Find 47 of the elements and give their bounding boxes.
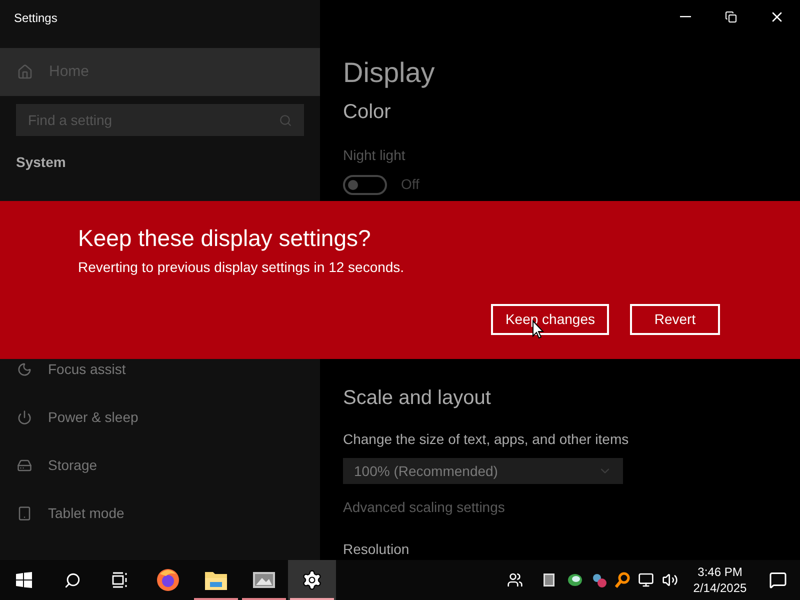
sidebar-item-icon	[17, 506, 32, 520]
browser-icon	[156, 568, 180, 592]
setting-label: Night light	[343, 146, 406, 165]
tray-app-icon[interactable]	[591, 572, 607, 588]
dialog-message: Reverting to previous display settings in 12 seconds.	[78, 258, 406, 277]
setting-label: Resolution	[343, 540, 410, 559]
task-view-icon	[112, 572, 128, 588]
tray-app-icon[interactable]	[567, 573, 583, 587]
scale-dropdown[interactable]: 100% (Recommended)	[343, 458, 623, 484]
network-icon[interactable]	[638, 572, 654, 588]
sidebar-item[interactable]: Storage	[0, 455, 320, 475]
clock[interactable]: 3:46 PM 2/14/2025	[684, 564, 756, 596]
sidebar-item[interactable]: Power & sleep	[0, 407, 320, 427]
sidebar-item-icon	[17, 458, 32, 472]
night-light-toggle[interactable]	[343, 174, 387, 194]
search-icon	[279, 114, 292, 127]
clock-time: 3:46 PM	[698, 564, 742, 580]
sidebar-item-icon	[17, 410, 32, 424]
sidebar-item-icon	[17, 362, 32, 376]
search-icon	[64, 572, 80, 588]
folder-icon	[204, 569, 228, 591]
volume-icon[interactable]	[662, 572, 678, 588]
dialog-button[interactable]: Keep changes	[491, 304, 609, 335]
toggle-state: Off	[401, 175, 420, 194]
sidebar-item[interactable]: Focus assist	[0, 359, 320, 379]
restore-icon	[725, 10, 737, 22]
section-heading: Color	[343, 100, 392, 125]
window-title: Settings	[13, 10, 58, 27]
page-title: Display	[343, 56, 436, 90]
image-viewer-icon	[252, 569, 276, 591]
notifications-icon	[769, 571, 787, 589]
section-heading: System	[15, 153, 67, 172]
tray-app-icon[interactable]	[543, 573, 555, 587]
magnifier-icon[interactable]	[615, 572, 630, 588]
home-icon	[17, 64, 33, 80]
taskbar-app-button[interactable]	[288, 560, 336, 600]
settings-gear-icon	[301, 569, 323, 591]
minimize-icon	[680, 16, 690, 18]
people-icon[interactable]	[507, 572, 523, 588]
sidebar-item[interactable]: Tablet mode	[0, 503, 320, 523]
dialog-title: Keep these display settings?	[78, 224, 372, 253]
advanced-scaling-link[interactable]: Advanced scaling settings	[343, 497, 800, 518]
section-heading: Scale and layout	[343, 386, 492, 411]
setting-label: Change the size of text, apps, and other items	[343, 430, 630, 449]
clock-date: 2/14/2025	[693, 580, 747, 596]
windows-logo-icon	[16, 572, 32, 588]
dialog-button[interactable]: Revert	[630, 304, 720, 335]
